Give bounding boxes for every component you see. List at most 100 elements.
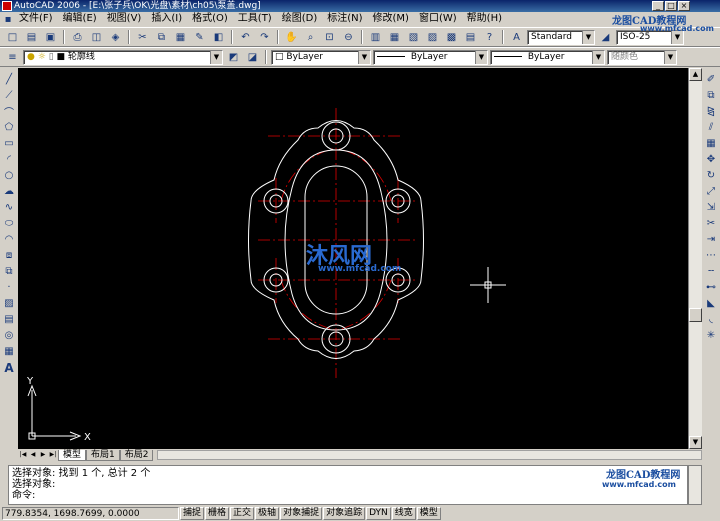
polygon-icon[interactable]: ⬠: [2, 120, 17, 135]
copy-object-icon[interactable]: ⧉: [704, 88, 719, 103]
multiline-text-icon[interactable]: A: [2, 360, 17, 375]
menu-modify[interactable]: 修改(M): [368, 12, 414, 26]
snap-toggle[interactable]: 捕捉: [180, 506, 205, 520]
lineweight-toggle[interactable]: 线宽: [391, 506, 416, 520]
ortho-toggle[interactable]: 正交: [230, 506, 255, 520]
open-folder-icon[interactable]: ▤: [23, 29, 40, 45]
gradient-icon[interactable]: ▤: [2, 312, 17, 327]
redo-icon[interactable]: ↷: [256, 29, 273, 45]
break-at-point-icon[interactable]: ⋯: [704, 248, 719, 263]
join-icon[interactable]: ⊷: [704, 280, 719, 295]
first-tab-icon[interactable]: |◀: [18, 450, 28, 460]
erase-icon[interactable]: ✐: [704, 72, 719, 87]
cut-icon[interactable]: ✂: [134, 29, 151, 45]
grid-toggle[interactable]: 栅格: [205, 506, 230, 520]
construction-line-icon[interactable]: ⟋: [2, 88, 17, 103]
undo-icon[interactable]: ↶: [237, 29, 254, 45]
layer-previous-icon[interactable]: ◪: [244, 49, 261, 65]
menu-help[interactable]: 帮助(H): [462, 12, 507, 26]
move-icon[interactable]: ✥: [704, 152, 719, 167]
match-properties-icon[interactable]: ✎: [191, 29, 208, 45]
command-scrollbar[interactable]: [688, 465, 702, 505]
text-style-icon[interactable]: A: [508, 29, 525, 45]
insert-block-icon[interactable]: ⧈: [2, 248, 17, 263]
table-icon[interactable]: ▦: [2, 344, 17, 359]
scroll-down-arrow-icon[interactable]: ▼: [689, 436, 702, 449]
linetype-select[interactable]: ByLayer ▼: [373, 49, 488, 65]
ellipse-icon[interactable]: ⬭: [2, 216, 17, 231]
command-prompt[interactable]: 命令:: [12, 490, 684, 501]
tab-model[interactable]: 模型: [58, 449, 87, 461]
array-icon[interactable]: ▦: [704, 136, 719, 151]
stretch-icon[interactable]: ⇲: [704, 200, 719, 215]
point-icon[interactable]: ·: [2, 280, 17, 295]
menu-edit[interactable]: 编辑(E): [58, 12, 102, 26]
make-block-icon[interactable]: ⧉: [2, 264, 17, 279]
last-tab-icon[interactable]: ▶|: [48, 450, 58, 460]
menu-tools[interactable]: 工具(T): [233, 12, 277, 26]
paste-icon[interactable]: ▦: [172, 29, 189, 45]
menu-dimension[interactable]: 标注(N): [322, 12, 367, 26]
model-toggle[interactable]: 模型: [416, 506, 441, 520]
help-icon[interactable]: ?: [481, 29, 498, 45]
coordinate-readout[interactable]: 779.8354, 1698.7699, 0.0000: [2, 506, 179, 520]
ellipse-arc-icon[interactable]: ◠: [2, 232, 17, 247]
revision-cloud-icon[interactable]: ☁: [2, 184, 17, 199]
mirror-icon[interactable]: ⧎: [704, 104, 719, 119]
fillet-icon[interactable]: ◟: [704, 312, 719, 327]
next-tab-icon[interactable]: ▶: [38, 450, 48, 460]
plot-style-select[interactable]: 随颜色 ▼: [607, 49, 677, 65]
layer-select[interactable]: ● ☼ ▯ ■ 轮廓线 ▼: [23, 49, 223, 65]
document-icon[interactable]: ▪: [2, 13, 14, 25]
region-icon[interactable]: ◎: [2, 328, 17, 343]
offset-icon[interactable]: ⫽: [704, 120, 719, 135]
horizontal-scrollbar[interactable]: [157, 450, 702, 460]
menu-window[interactable]: 窗口(W): [414, 12, 462, 26]
drawing-area[interactable]: Y X 沐风网 www.mfcad.com: [18, 68, 688, 449]
sheet-set-icon[interactable]: ▨: [424, 29, 441, 45]
vertical-scrollbar[interactable]: ▲ ▼: [688, 68, 702, 449]
lineweight-select[interactable]: ByLayer ▼: [490, 49, 605, 65]
close-button[interactable]: ×: [678, 1, 690, 11]
plot-icon[interactable]: ⎙: [69, 29, 86, 45]
hatch-icon[interactable]: ▨: [2, 296, 17, 311]
tab-layout1[interactable]: 布局1: [86, 449, 120, 461]
menu-draw[interactable]: 绘图(D): [277, 12, 323, 26]
arc-icon[interactable]: ◜: [2, 152, 17, 167]
minimize-button[interactable]: _: [652, 1, 664, 11]
circle-icon[interactable]: ○: [2, 168, 17, 183]
tab-layout2[interactable]: 布局2: [119, 449, 154, 461]
chamfer-icon[interactable]: ◣: [704, 296, 719, 311]
otrack-toggle[interactable]: 对象追踪: [323, 506, 366, 520]
copy-icon[interactable]: ⧉: [153, 29, 170, 45]
markup-icon[interactable]: ▩: [443, 29, 460, 45]
rotate-icon[interactable]: ↻: [704, 168, 719, 183]
trim-icon[interactable]: ✂: [704, 216, 719, 231]
explode-icon[interactable]: ✳: [704, 328, 719, 343]
zoom-previous-icon[interactable]: ⊖: [340, 29, 357, 45]
polyline-icon[interactable]: ⌒: [2, 104, 17, 119]
menu-insert[interactable]: 插入(I): [146, 12, 187, 26]
text-style-select[interactable]: Standard ▼: [527, 29, 595, 45]
menu-view[interactable]: 视图(V): [102, 12, 147, 26]
dimension-style-icon[interactable]: ◢: [597, 29, 614, 45]
menu-format[interactable]: 格式(O): [187, 12, 233, 26]
prev-tab-icon[interactable]: ◀: [28, 450, 38, 460]
new-file-icon[interactable]: □: [4, 29, 21, 45]
color-select[interactable]: □ ByLayer ▼: [271, 49, 371, 65]
break-icon[interactable]: ╌: [704, 264, 719, 279]
extend-icon[interactable]: ⇥: [704, 232, 719, 247]
rectangle-icon[interactable]: ▭: [2, 136, 17, 151]
pan-icon[interactable]: ✋: [283, 29, 300, 45]
layer-manager-icon[interactable]: ≡: [4, 49, 21, 65]
make-current-layer-icon[interactable]: ◩: [225, 49, 242, 65]
zoom-realtime-icon[interactable]: ⌕: [302, 29, 319, 45]
tool-palettes-icon[interactable]: ▧: [405, 29, 422, 45]
properties-icon[interactable]: ▥: [367, 29, 384, 45]
line-icon[interactable]: ╱: [2, 72, 17, 87]
spline-icon[interactable]: ∿: [2, 200, 17, 215]
save-icon[interactable]: ▣: [42, 29, 59, 45]
polar-toggle[interactable]: 极轴: [255, 506, 280, 520]
publish-icon[interactable]: ◈: [107, 29, 124, 45]
design-center-icon[interactable]: ▦: [386, 29, 403, 45]
